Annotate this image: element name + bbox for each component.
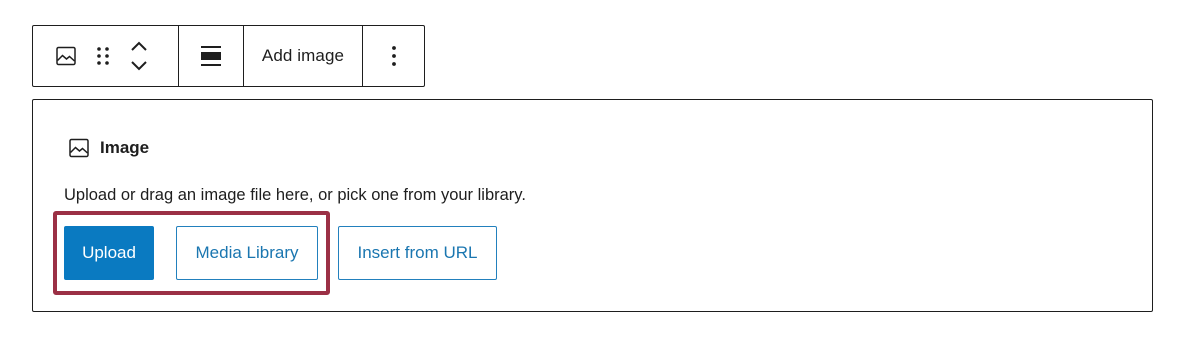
image-icon [67,136,91,160]
block-parent-group [33,26,178,86]
add-image-button[interactable]: Add image [262,46,344,66]
upload-button[interactable]: Upload [64,226,154,280]
align-icon[interactable] [200,44,222,68]
align-group [178,26,243,86]
add-image-group: Add image [243,26,362,86]
drag-handle-icon[interactable] [93,36,113,76]
placeholder-actions: Upload Media Library Insert from URL [64,226,497,280]
placeholder-title: Image [100,138,150,157]
insert-from-url-button[interactable]: Insert from URL [338,226,497,280]
more-vertical-icon[interactable] [391,45,397,67]
media-library-button[interactable]: Media Library [176,226,318,280]
image-icon[interactable] [51,36,81,76]
block-movers [127,36,151,76]
image-placeholder: Image Upload or drag an image file here,… [32,99,1153,312]
options-group [362,26,424,86]
placeholder-label: Image [67,136,149,160]
block-toolbar: Add image [32,25,425,87]
placeholder-instructions: Upload or drag an image file here, or pi… [64,186,526,204]
chevron-up-icon[interactable] [127,36,151,56]
chevron-down-icon[interactable] [127,56,151,76]
